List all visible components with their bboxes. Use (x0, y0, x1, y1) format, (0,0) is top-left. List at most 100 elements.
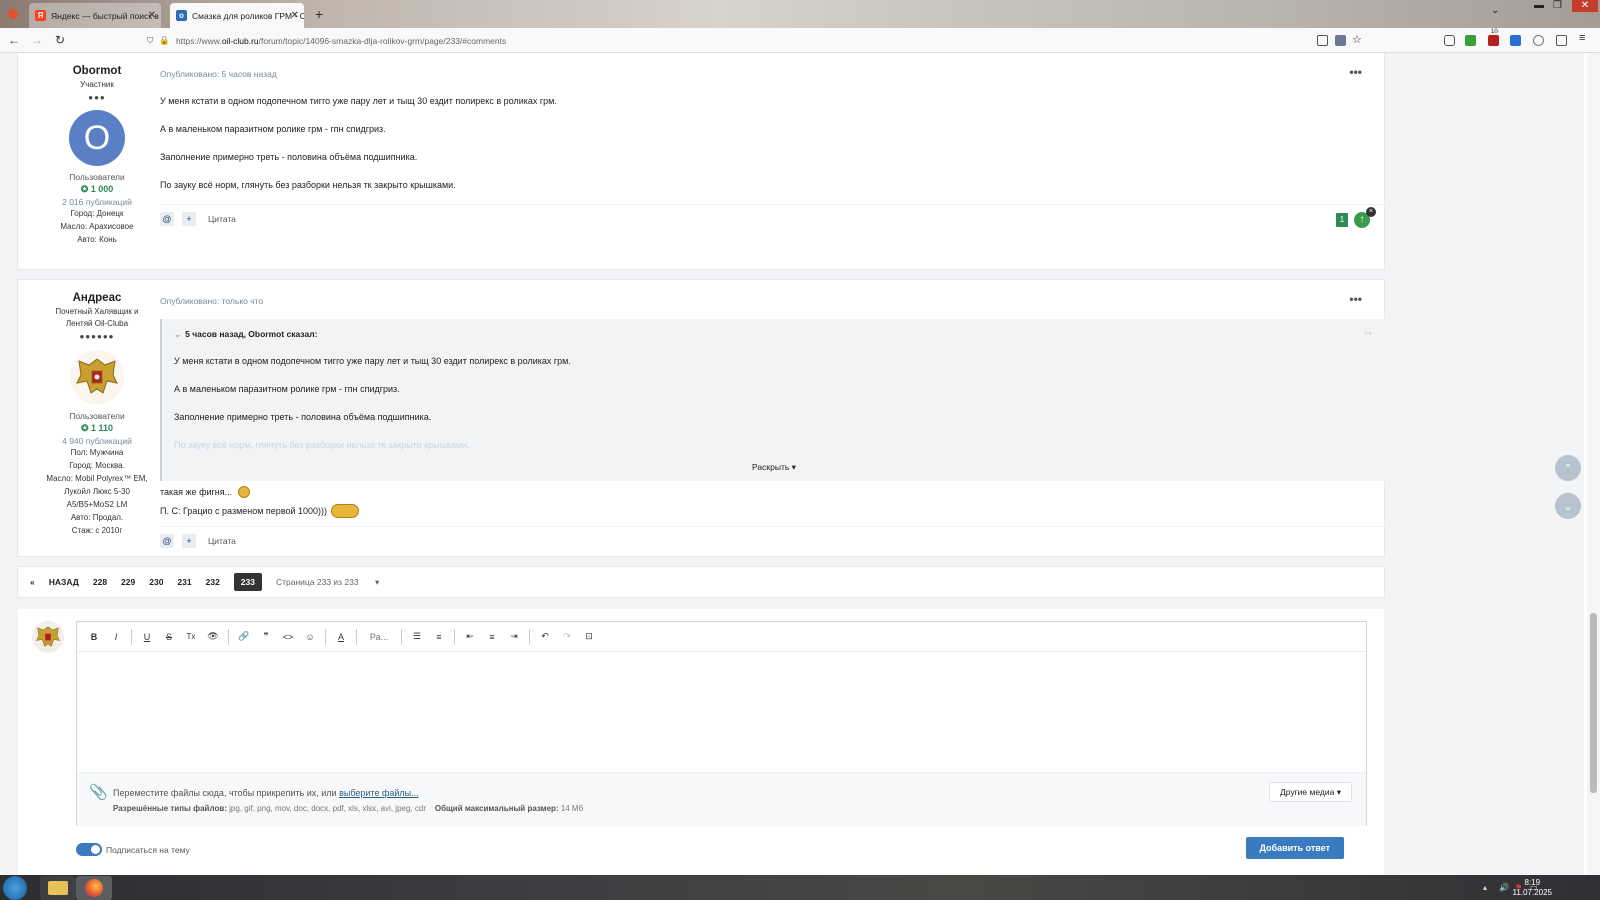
page-link[interactable]: 231 (177, 577, 191, 587)
mention-icon[interactable]: @ (160, 212, 174, 226)
remove-format-button[interactable]: Tx (180, 632, 202, 641)
url-domain: oil-club.ru (221, 35, 259, 46)
choose-files-link[interactable]: выберите файлы... (339, 788, 419, 798)
undo-button[interactable]: ↶ (534, 631, 556, 642)
download-extension-icon[interactable] (1465, 35, 1476, 46)
translator-extension-icon[interactable] (1510, 35, 1521, 46)
multiquote-icon[interactable]: + (182, 534, 196, 548)
tray-expand-icon[interactable]: ▴ (1483, 883, 1487, 892)
font-size-dropdown[interactable]: Ра... (361, 632, 397, 642)
quote-header[interactable]: ⌄ 5 часов назад, Obormot сказал: (174, 329, 317, 340)
italic-button[interactable]: I (105, 632, 127, 642)
emoji-button[interactable]: ☺ (299, 632, 321, 642)
preview-button[interactable]: ⊡ (578, 631, 600, 642)
author-name[interactable]: Obormot (18, 65, 176, 77)
quote-button[interactable]: Цитата (208, 214, 236, 224)
post-date[interactable]: Опубликовано: 5 часов назад (160, 69, 277, 79)
post-date[interactable]: Опубликовано: только что (160, 296, 263, 306)
first-page-link[interactable]: « (30, 577, 35, 587)
page-link[interactable]: 228 (93, 577, 107, 587)
subscribe-toggle[interactable] (76, 843, 102, 856)
quote-collapse-icon[interactable]: ⌄ (174, 329, 181, 339)
post-menu-icon[interactable]: ••• (1349, 65, 1362, 79)
align-right-button[interactable]: ⇥ (503, 631, 525, 642)
close-window-icon[interactable]: ✕ (1572, 0, 1598, 12)
minimize-icon[interactable]: ▬ (1534, 0, 1544, 11)
align-left-button[interactable]: ⇤ (459, 631, 481, 642)
expand-quote-button[interactable]: Раскрыть ▾ (162, 462, 1386, 473)
close-reaction-icon[interactable]: × (1366, 207, 1376, 217)
scroll-up-icon[interactable]: ⌃ (1555, 455, 1581, 481)
adblock-extension-icon[interactable]: 10 (1488, 29, 1499, 46)
close-tab-icon[interactable]: ✕ (291, 10, 299, 21)
underline-button[interactable]: U (136, 632, 158, 642)
code-button[interactable]: <> (277, 632, 299, 642)
spoiler-button[interactable]: 👁 (202, 631, 224, 642)
tab-oilclub[interactable]: o Смазка для роликов ГРМ - Ст ✕ (170, 3, 304, 28)
scroll-down-icon[interactable]: ⌄ (1555, 493, 1581, 519)
max-size-value: 14 Мб (560, 804, 584, 813)
strikethrough-button[interactable]: S (158, 632, 180, 642)
explorer-icon[interactable] (40, 876, 76, 900)
file-limits: Разрешённые типы файлов: jpg, gif, png, … (113, 804, 583, 813)
reaction-count[interactable]: 1 (1336, 213, 1348, 227)
page-scrollbar[interactable] (1587, 53, 1600, 875)
vpn-extension-icon[interactable] (1533, 35, 1544, 46)
firefox-taskbar-icon[interactable] (76, 876, 112, 900)
bookmark-star-icon[interactable]: ☆ (1352, 33, 1363, 46)
page-link[interactable]: 232 (206, 577, 220, 587)
text-color-button[interactable]: A (330, 632, 352, 642)
avatar[interactable] (69, 349, 125, 405)
page-link[interactable]: 230 (149, 577, 163, 587)
redo-button[interactable]: ↷ (556, 631, 578, 642)
start-button-icon[interactable] (3, 876, 27, 900)
system-clock[interactable]: 8:19 11.07.2025 (1513, 878, 1552, 898)
quote-link-icon[interactable]: ↪ (1364, 328, 1372, 339)
prev-page-link[interactable]: НАЗАД (49, 577, 79, 587)
smiley-icon (238, 486, 251, 498)
address-bar[interactable]: ⛉ 🔒 https://www.oil-club.ru/forum/topic/… (147, 30, 1367, 51)
post-count[interactable]: 2 016 публикаций (18, 197, 176, 207)
pocket-icon[interactable] (1444, 35, 1455, 46)
multiquote-icon[interactable]: + (182, 212, 196, 226)
translate-icon[interactable] (1335, 35, 1346, 46)
page-link[interactable]: 229 (121, 577, 135, 587)
link-button[interactable]: 🔗 (233, 631, 255, 642)
bold-button[interactable]: B (83, 632, 105, 642)
submit-reply-button[interactable]: Добавить ответ (1245, 837, 1344, 859)
restore-icon[interactable]: ❐ (1553, 0, 1562, 11)
quote-insert-button[interactable]: ❞ (255, 631, 277, 642)
attachment-zone[interactable]: 📎 Переместите файлы сюда, чтобы прикрепи… (77, 772, 1366, 826)
author-name[interactable]: Андреас (18, 292, 176, 304)
avatar[interactable]: O (69, 110, 125, 166)
forward-icon[interactable]: → (30, 33, 44, 47)
scrollbar-thumb[interactable] (1590, 613, 1597, 793)
extensions-icon[interactable] (1556, 35, 1567, 46)
quote-button[interactable]: Цитата (208, 536, 236, 546)
toolbar-separator (228, 628, 229, 645)
other-media-button[interactable]: Другие медиа ▾ (1268, 782, 1352, 802)
new-tab-icon[interactable]: + (315, 6, 323, 22)
tab-yandex[interactable]: Я Яндекс — быстрый поиск в ин ✕ (29, 3, 161, 28)
volume-icon[interactable]: 🔊 (1499, 883, 1509, 892)
tab-list-icon[interactable]: ⌄ (1491, 5, 1499, 16)
post-menu-icon[interactable]: ••• (1349, 292, 1362, 306)
page-jump-dropdown[interactable]: Страница 233 из 233 ▾ (276, 577, 393, 588)
editor-text-area[interactable] (77, 653, 1366, 771)
lock-icon[interactable]: 🔒 (159, 35, 170, 46)
reputation: ✪ 1 000 (18, 184, 176, 195)
shield-icon[interactable]: ⛉ (147, 35, 153, 46)
mention-icon[interactable]: @ (160, 534, 174, 548)
reader-view-icon[interactable] (1317, 35, 1328, 46)
reload-icon[interactable]: ↻ (53, 33, 67, 47)
expand-label: Раскрыть (752, 462, 790, 472)
align-center-button[interactable]: ≡ (481, 632, 503, 642)
back-icon[interactable]: ← (7, 33, 21, 47)
post-count[interactable]: 4 940 публикаций (18, 436, 176, 446)
current-page[interactable]: 233 (233, 573, 262, 591)
firefox-view-icon[interactable] (8, 9, 18, 19)
menu-icon[interactable]: ≡ (1579, 32, 1590, 44)
numbered-list-button[interactable]: ≡ (428, 632, 450, 642)
bullet-list-button[interactable]: ☰ (406, 631, 428, 642)
close-tab-icon[interactable]: ✕ (148, 10, 156, 21)
